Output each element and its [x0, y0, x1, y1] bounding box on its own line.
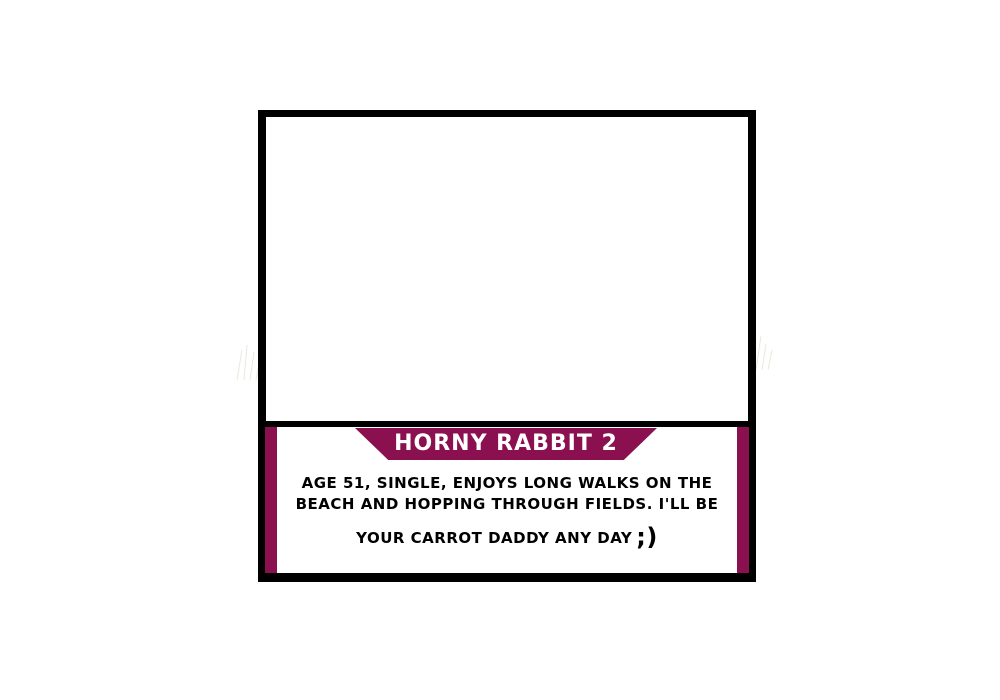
bio-line-text: YOUR CARROT DADDY ANY DAY: [356, 529, 633, 547]
info-panel: HORNY RABBIT 2 AGE 51, SINGLE, ENJOYS LO…: [265, 427, 749, 573]
profile-card: HORNY RABBIT 2 AGE 51, SINGLE, ENJOYS LO…: [258, 110, 756, 582]
bio-line: AGE 51, SINGLE, ENJOYS LONG WALKS ON THE: [301, 474, 713, 492]
photo-placeholder: [266, 117, 748, 421]
wink-emoticon: ;): [636, 523, 658, 551]
right-accent-stripe: [737, 427, 749, 573]
profile-bio: AGE 51, SINGLE, ENJOYS LONG WALKS ON THE…: [287, 473, 727, 549]
profile-name: HORNY RABBIT 2: [394, 431, 618, 456]
left-accent-stripe: [265, 427, 277, 573]
name-banner: HORNY RABBIT 2: [355, 428, 657, 460]
bio-line: BEACH AND HOPPING THROUGH FIELDS. I'LL B…: [295, 495, 719, 513]
bio-line: YOUR CARROT DADDY ANY DAY;): [356, 525, 658, 549]
page: HORNY RABBIT 2 AGE 51, SINGLE, ENJOYS LO…: [0, 0, 1000, 700]
